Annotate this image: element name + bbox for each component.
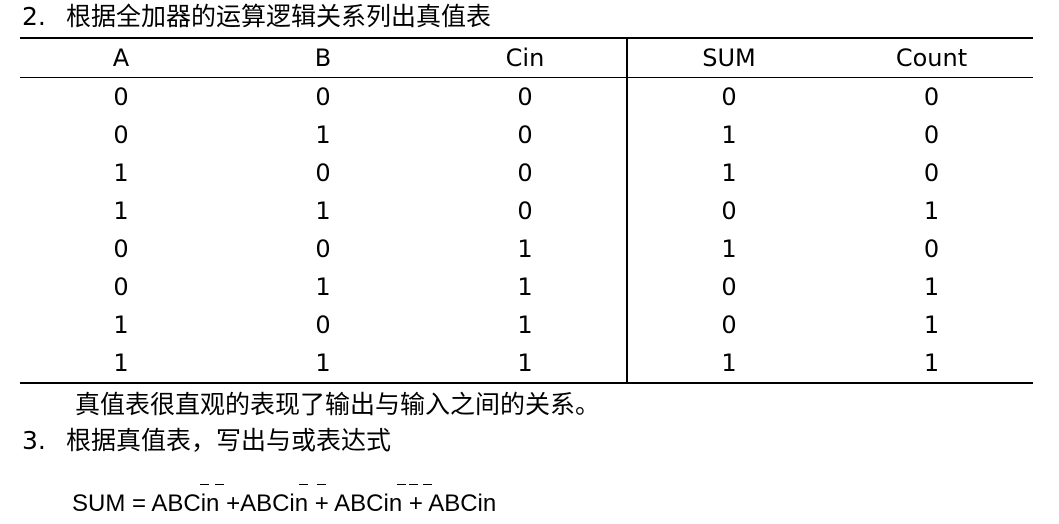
overbar-mark bbox=[397, 484, 406, 485]
cell-count: 1 bbox=[923, 273, 940, 301]
table-row: 0 1 0 1 0 bbox=[20, 116, 1033, 154]
section-3-number: 3. bbox=[22, 426, 46, 455]
cell-cin: 1 bbox=[517, 349, 533, 377]
cell-cin: 0 bbox=[517, 197, 533, 225]
cell-count: 0 bbox=[923, 83, 940, 111]
cell-b: 0 bbox=[315, 311, 331, 339]
overbar-mark bbox=[299, 484, 308, 485]
truth-table-note: 真值表很直观的表现了输出与输入之间的关系。 bbox=[75, 390, 601, 419]
cell-a: 1 bbox=[113, 349, 129, 377]
truth-table: A B Cin SUM Count 0 0 0 0 0 0 1 0 1 0 1 … bbox=[20, 37, 1033, 384]
header-sum: SUM bbox=[626, 38, 830, 78]
cell-sum: 0 bbox=[626, 192, 830, 230]
cell-sum: 1 bbox=[626, 344, 830, 383]
cell-cin: 1 bbox=[517, 311, 533, 339]
section-2-title: 根据全加器的运算逻辑关系列出真值表 bbox=[66, 2, 492, 31]
cell-a: 1 bbox=[113, 159, 129, 187]
cell-a: 0 bbox=[113, 273, 129, 301]
overbar-mark bbox=[215, 484, 224, 485]
cell-b: 1 bbox=[315, 349, 331, 377]
cell-b: 0 bbox=[315, 159, 331, 187]
cell-sum: 0 bbox=[626, 306, 830, 344]
overbar-mark bbox=[423, 484, 432, 485]
cell-cin: 1 bbox=[517, 273, 533, 301]
cell-sum: 0 bbox=[626, 77, 830, 116]
cell-a: 0 bbox=[113, 235, 129, 263]
cell-count: 0 bbox=[923, 121, 940, 149]
formula-term-4: ABCin bbox=[428, 490, 497, 517]
formula-operator-1: + bbox=[226, 490, 241, 517]
cell-cin: 0 bbox=[517, 159, 533, 187]
table-row: 0 0 1 1 0 bbox=[20, 230, 1033, 268]
formula-term-2: ABCin bbox=[240, 490, 309, 517]
cell-b: 1 bbox=[315, 121, 331, 149]
cell-count: 1 bbox=[923, 311, 940, 339]
cell-sum: 0 bbox=[626, 268, 830, 306]
cell-sum: 1 bbox=[626, 154, 830, 192]
cell-count: 1 bbox=[923, 197, 940, 225]
cell-b: 0 bbox=[315, 235, 331, 263]
section-2-number: 2. bbox=[22, 2, 46, 31]
cell-a: 1 bbox=[113, 197, 129, 225]
section-2-heading: 2. 根据全加器的运算逻辑关系列出真值表 bbox=[22, 2, 491, 32]
section-3-heading: 3. 根据真值表，写出与或表达式 bbox=[22, 423, 391, 459]
cell-count: 0 bbox=[923, 159, 940, 187]
overbar-mark bbox=[317, 484, 326, 485]
cell-cin: 0 bbox=[517, 121, 533, 149]
table-row: 0 0 0 0 0 bbox=[20, 77, 1033, 116]
overbar-mark bbox=[200, 484, 209, 485]
header-b: B bbox=[314, 44, 332, 72]
cell-cin: 1 bbox=[517, 235, 533, 263]
cell-a: 1 bbox=[113, 311, 129, 339]
formula-operator-3: + bbox=[408, 490, 423, 517]
header-cin: Cin bbox=[505, 44, 545, 72]
cell-count: 0 bbox=[923, 235, 940, 263]
sum-expression: SUM = ABCin +ABCin + ABCin + ABCin bbox=[72, 487, 496, 521]
cell-a: 0 bbox=[113, 121, 129, 149]
cell-a: 0 bbox=[113, 83, 129, 111]
table-row: 0 1 1 0 1 bbox=[20, 268, 1033, 306]
table-row: 1 1 1 1 1 bbox=[20, 344, 1033, 383]
table-row: 1 0 0 1 0 bbox=[20, 154, 1033, 192]
table-row: 1 1 0 0 1 bbox=[20, 192, 1033, 230]
formula-term-1: ABCin bbox=[151, 490, 220, 517]
table-row: 1 0 1 0 1 bbox=[20, 306, 1033, 344]
overbar-mark bbox=[409, 484, 418, 485]
cell-sum: 1 bbox=[626, 116, 830, 154]
cell-sum: 1 bbox=[626, 230, 830, 268]
formula-term-3: ABCin bbox=[334, 490, 403, 517]
formula-operator-2: + bbox=[314, 490, 329, 517]
cell-b: 1 bbox=[315, 273, 331, 301]
cell-count: 1 bbox=[923, 349, 940, 377]
header-a: A bbox=[112, 44, 130, 72]
header-count: Count bbox=[895, 44, 968, 72]
cell-cin: 0 bbox=[517, 83, 533, 111]
section-3-title: 根据真值表，写出与或表达式 bbox=[66, 426, 392, 455]
cell-b: 1 bbox=[315, 197, 331, 225]
formula-lhs: SUM = bbox=[72, 490, 147, 517]
table-header-row: A B Cin SUM Count bbox=[20, 38, 1033, 78]
cell-b: 0 bbox=[315, 83, 331, 111]
